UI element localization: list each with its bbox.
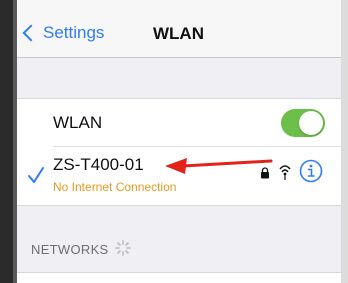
back-button-label: Settings [43, 23, 105, 42]
chevron-left-icon [22, 24, 40, 42]
wlan-label: WLAN [53, 113, 103, 132]
wlan-toggle[interactable] [281, 109, 325, 137]
navigation-bar: Settings WLAN [17, 0, 341, 58]
annotation-arrow-icon [165, 158, 273, 174]
checkmark-icon [28, 167, 44, 183]
info-icon[interactable] [299, 159, 323, 183]
back-button[interactable]: Settings [22, 20, 105, 46]
device-bezel-right [341, 0, 348, 283]
device-bezel-left [0, 0, 13, 283]
lock-icon [261, 167, 269, 179]
network-status: No Internet Connection [53, 180, 177, 194]
wlan-settings-screen: Settings WLAN WLAN ZS-T400-01 No Interne… [17, 0, 341, 283]
network-ssid: ZS-T400-01 [53, 155, 144, 174]
connected-network-row[interactable]: ZS-T400-01 No Internet Connection [17, 147, 341, 205]
networks-list [17, 272, 341, 283]
networks-section-header: NETWORKS [31, 242, 109, 257]
wlan-card: WLAN ZS-T400-01 No Internet Connection [17, 98, 341, 206]
loading-spinner-icon [115, 240, 131, 256]
section-spacer [17, 58, 341, 98]
toggle-knob [299, 111, 323, 135]
wifi-icon [279, 165, 291, 180]
page-title: WLAN [153, 24, 204, 43]
